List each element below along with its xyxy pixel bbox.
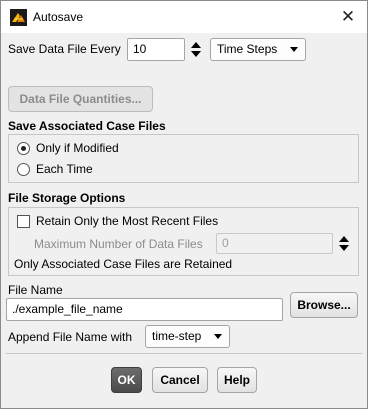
file-name-input[interactable]: ./example_file_name bbox=[6, 298, 283, 321]
title-bar: Autosave ✕ bbox=[1, 1, 367, 33]
save-every-input[interactable]: 10 bbox=[127, 38, 185, 61]
max-files-label: Maximum Number of Data Files bbox=[34, 237, 203, 251]
chevron-down-icon bbox=[290, 47, 298, 52]
help-button[interactable]: Help bbox=[217, 367, 257, 393]
browse-button[interactable]: Browse... bbox=[290, 292, 358, 318]
close-icon[interactable]: ✕ bbox=[337, 6, 359, 28]
radio-only-if-modified[interactable] bbox=[17, 142, 30, 155]
case-files-group: Only if Modified Each Time bbox=[8, 134, 359, 183]
storage-note: Only Associated Case Files are Retained bbox=[14, 257, 233, 271]
case-files-heading: Save Associated Case Files bbox=[8, 119, 166, 133]
ok-button[interactable]: OK bbox=[111, 367, 142, 393]
storage-group: Retain Only the Most Recent Files Maximu… bbox=[8, 207, 359, 276]
max-files-input[interactable]: 0 bbox=[216, 233, 333, 254]
radio-each-time-label: Each Time bbox=[36, 162, 93, 176]
radio-only-if-modified-label: Only if Modified bbox=[36, 141, 119, 155]
append-select[interactable]: time-step bbox=[145, 325, 230, 348]
window-title: Autosave bbox=[33, 10, 84, 24]
chevron-down-icon bbox=[214, 334, 222, 339]
radio-each-time[interactable] bbox=[17, 163, 30, 176]
ansys-fluent-icon bbox=[10, 9, 27, 26]
spin-up-icon[interactable] bbox=[339, 236, 349, 242]
data-file-quantities-button[interactable]: Data File Quantities... bbox=[8, 86, 153, 112]
save-every-label: Save Data File Every bbox=[8, 42, 121, 56]
cancel-button[interactable]: Cancel bbox=[152, 367, 208, 393]
save-every-spinner[interactable] bbox=[189, 38, 203, 61]
storage-heading: File Storage Options bbox=[8, 191, 126, 205]
append-value: time-step bbox=[152, 329, 202, 343]
retain-recent-label: Retain Only the Most Recent Files bbox=[36, 214, 219, 228]
save-every-unit-select[interactable]: Time Steps bbox=[210, 38, 306, 61]
spin-down-icon[interactable] bbox=[339, 245, 349, 251]
divider bbox=[6, 353, 362, 354]
retain-recent-checkbox[interactable] bbox=[17, 215, 30, 228]
file-name-label: File Name bbox=[8, 283, 63, 297]
spin-up-icon[interactable] bbox=[191, 42, 201, 48]
dialog-content: Save Data File Every 10 Time Steps Data … bbox=[1, 33, 367, 408]
max-files-spinner[interactable] bbox=[337, 232, 351, 255]
autosave-dialog: Autosave ✕ Save Data File Every 10 Time … bbox=[0, 0, 368, 409]
append-label: Append File Name with bbox=[8, 330, 133, 344]
spin-down-icon[interactable] bbox=[191, 51, 201, 57]
save-every-unit-value: Time Steps bbox=[217, 42, 278, 56]
